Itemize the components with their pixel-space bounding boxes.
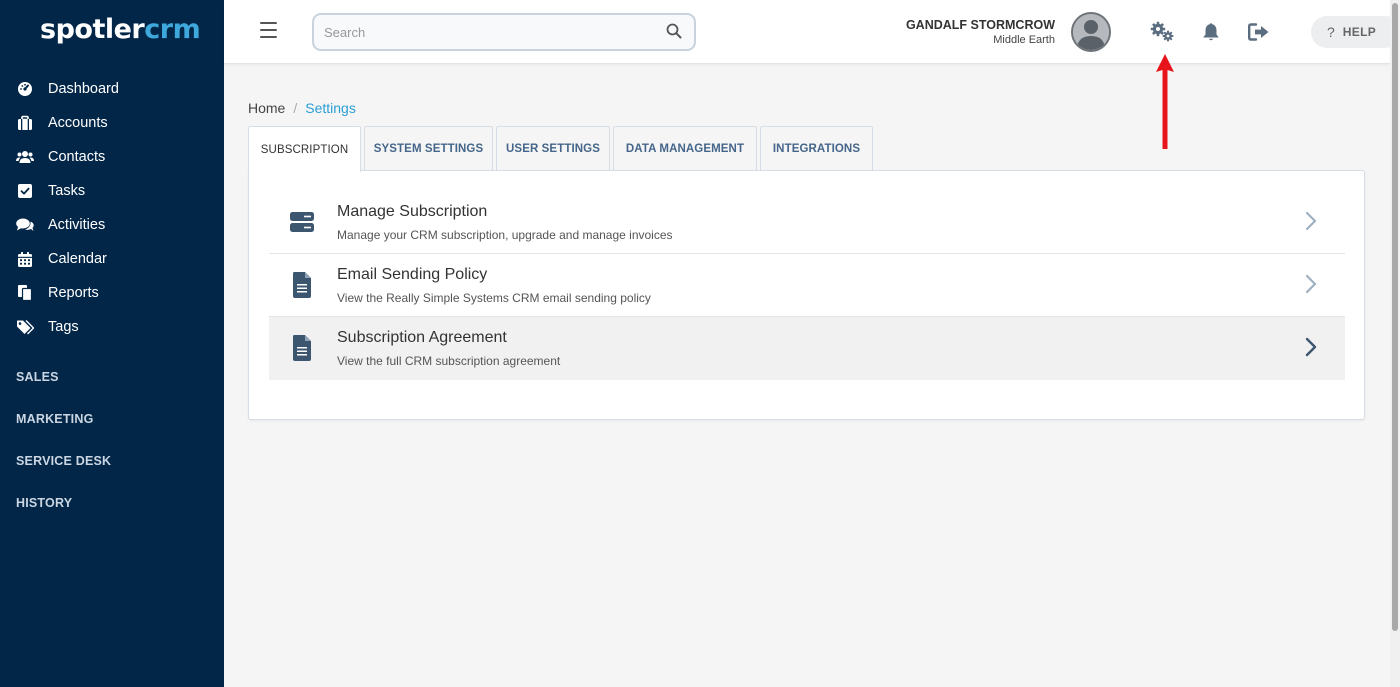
scrollbar-thumb[interactable] <box>1392 3 1398 631</box>
sidebar-item-reports[interactable]: Reports <box>0 276 224 310</box>
sidebar-item-calendar[interactable]: Calendar <box>0 242 224 276</box>
settings-tabs: SUBSCRIPTION SYSTEM SETTINGS USER SETTIN… <box>248 126 876 172</box>
brand-logo-part1: spotler <box>40 14 145 45</box>
breadcrumb-home-link[interactable]: Home <box>248 100 285 116</box>
brand-logo-part2: crm <box>144 14 201 45</box>
settings-gears-icon[interactable] <box>1149 20 1175 44</box>
sidebar-nav: Dashboard Accounts Contacts Tasks Activi… <box>0 72 224 344</box>
row-description: View the Really Simple Systems CRM email… <box>337 291 651 305</box>
sidebar-item-label: Contacts <box>48 149 106 165</box>
sidebar-item-label: Calendar <box>48 251 107 267</box>
menu-toggle-icon[interactable] <box>260 22 277 40</box>
copy-icon <box>16 284 34 302</box>
sidebar-item-label: Tags <box>48 319 79 335</box>
tab-integrations[interactable]: INTEGRATIONS <box>760 126 873 171</box>
row-description: Manage your CRM subscription, upgrade an… <box>337 228 673 242</box>
breadcrumb: Home / Settings <box>248 100 356 116</box>
brand-logo[interactable]: spotlercrm <box>40 14 201 45</box>
breadcrumb-current: Settings <box>305 100 356 116</box>
question-icon: ? <box>1327 24 1335 40</box>
annotation-arrow-icon <box>1154 52 1176 157</box>
search-box <box>312 13 696 51</box>
settings-row-email-sending-policy[interactable]: Email Sending Policy View the Really Sim… <box>269 254 1345 317</box>
tab-subscription[interactable]: SUBSCRIPTION <box>248 126 361 172</box>
help-label: HELP <box>1342 25 1377 39</box>
settings-row-subscription-agreement[interactable]: Subscription Agreement View the full CRM… <box>269 317 1345 380</box>
user-name[interactable]: GANDALF STORMCROW <box>906 18 1055 32</box>
search-icon[interactable] <box>666 23 682 44</box>
checkbox-icon <box>16 182 34 200</box>
tab-user-settings[interactable]: USER SETTINGS <box>496 126 610 171</box>
row-title: Manage Subscription <box>337 203 488 220</box>
tab-system-settings[interactable]: SYSTEM SETTINGS <box>364 126 493 171</box>
sidebar-item-dashboard[interactable]: Dashboard <box>0 72 224 106</box>
sidebar-section-service-desk[interactable]: SERVICE DESK <box>16 454 111 468</box>
search-input[interactable] <box>314 15 644 49</box>
sidebar-item-label: Accounts <box>48 115 108 131</box>
help-button[interactable]: ? HELP <box>1311 16 1400 48</box>
sidebar: spotlercrm Dashboard Accounts Contacts T… <box>0 0 224 687</box>
chevron-right-icon <box>1305 337 1317 362</box>
breadcrumb-separator: / <box>293 100 298 116</box>
sidebar-section-history[interactable]: HISTORY <box>16 496 72 510</box>
sidebar-item-accounts[interactable]: Accounts <box>0 106 224 140</box>
sidebar-item-contacts[interactable]: Contacts <box>0 140 224 174</box>
sidebar-item-label: Activities <box>48 217 106 233</box>
tab-data-management[interactable]: DATA MANAGEMENT <box>613 126 757 171</box>
top-bar: GANDALF STORMCROW Middle Earth <box>224 0 1400 64</box>
bell-icon[interactable] <box>1198 20 1224 44</box>
calendar-icon <box>16 250 34 268</box>
sidebar-section-marketing[interactable]: MARKETING <box>16 412 94 426</box>
sidebar-section-sales[interactable]: SALES <box>16 370 59 384</box>
logout-icon[interactable] <box>1246 20 1272 44</box>
dashboard-icon <box>16 80 34 98</box>
server-icon <box>289 209 315 235</box>
tags-icon <box>16 318 34 336</box>
row-title: Email Sending Policy <box>337 266 488 283</box>
chevron-right-icon <box>1305 274 1317 299</box>
subscription-panel: Manage Subscription Manage your CRM subs… <box>248 170 1365 420</box>
avatar[interactable] <box>1071 12 1111 52</box>
user-location: Middle Earth <box>993 34 1055 46</box>
briefcase-icon <box>16 114 34 132</box>
chevron-right-icon <box>1305 211 1317 236</box>
sidebar-item-label: Dashboard <box>48 81 119 97</box>
comments-icon <box>16 216 34 234</box>
users-icon <box>16 148 34 166</box>
sidebar-item-label: Tasks <box>48 183 86 199</box>
settings-row-manage-subscription[interactable]: Manage Subscription Manage your CRM subs… <box>269 191 1345 254</box>
document-icon <box>289 272 315 298</box>
sidebar-item-label: Reports <box>48 285 99 301</box>
row-title: Subscription Agreement <box>337 329 507 346</box>
page-scrollbar[interactable] <box>1390 0 1400 687</box>
sidebar-item-tasks[interactable]: Tasks <box>0 174 224 208</box>
document-icon <box>289 335 315 361</box>
sidebar-item-activities[interactable]: Activities <box>0 208 224 242</box>
sidebar-item-tags[interactable]: Tags <box>0 310 224 344</box>
row-description: View the full CRM subscription agreement <box>337 354 561 368</box>
